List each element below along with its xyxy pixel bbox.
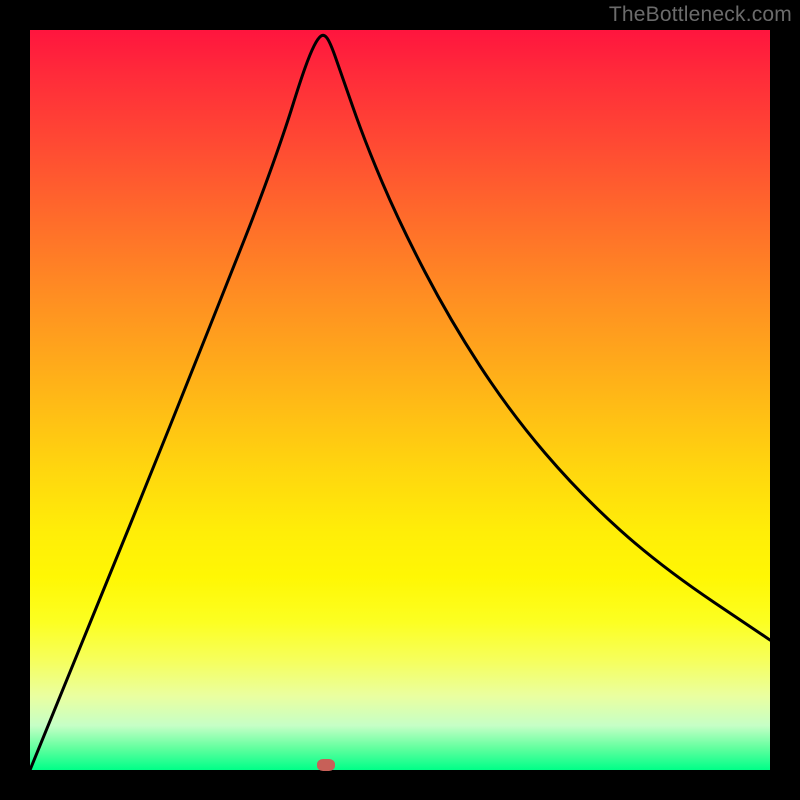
- chart-background-gradient: [30, 30, 770, 770]
- optimal-point-marker: [317, 759, 335, 771]
- watermark-text: TheBottleneck.com: [609, 3, 792, 27]
- chart-frame: [30, 30, 770, 770]
